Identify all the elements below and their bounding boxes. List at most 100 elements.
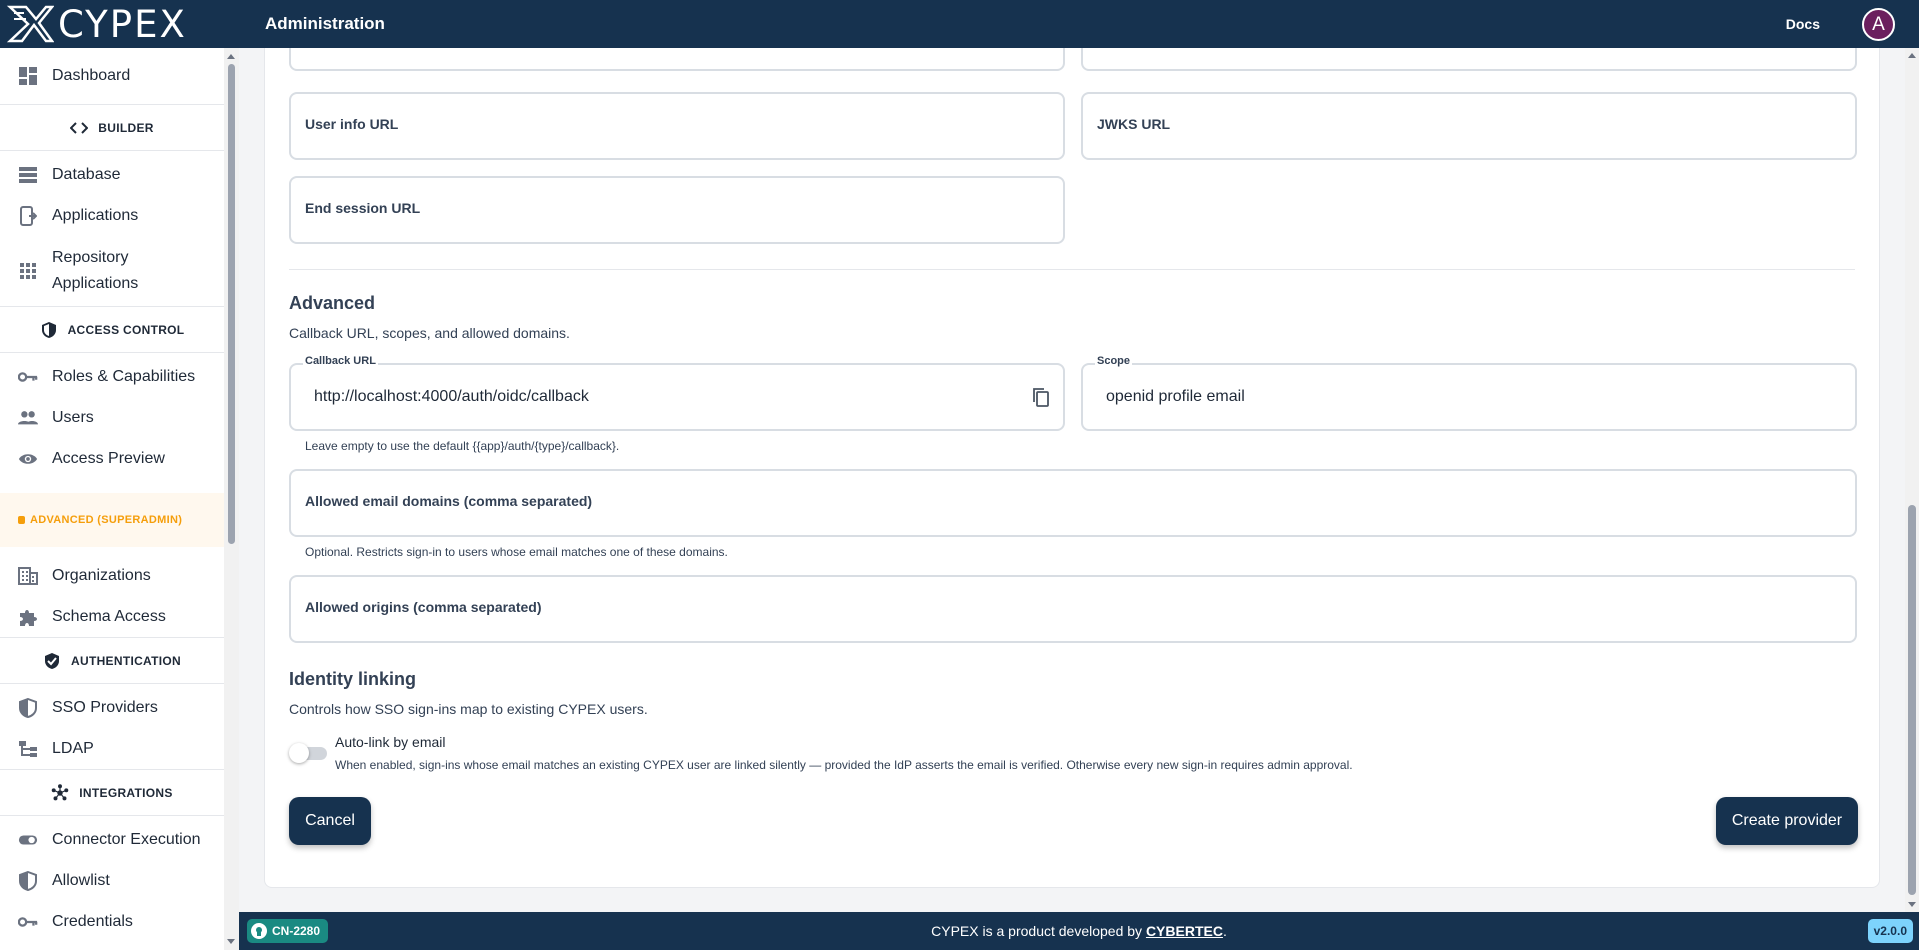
field-label: Scope [1095, 355, 1133, 367]
section-label: ADVANCED (SUPERADMIN) [30, 514, 183, 526]
allowed-email-domains-field[interactable]: Allowed email domains (comma separated) [289, 469, 1857, 537]
key-icon [18, 367, 38, 387]
grid-icon [18, 261, 38, 281]
main-content: User info URL JWKS URL End session URL A… [239, 48, 1905, 912]
scrollbar-thumb[interactable] [1908, 505, 1916, 895]
allowed-email-domains-helper: Optional. Restricts sign-in to users who… [305, 545, 728, 559]
sidebar-item-applications[interactable]: Applications [0, 195, 224, 236]
field-value: http://localhost:4000/auth/oidc/callback [314, 388, 589, 405]
shield-check-icon [43, 652, 61, 670]
end-session-url-field[interactable]: End session URL [289, 176, 1065, 244]
sidebar-item-repository-applications[interactable]: Repository Applications [0, 236, 224, 306]
shield-icon [40, 321, 58, 339]
auto-link-helper: When enabled, sign-ins whose email match… [335, 758, 1353, 772]
label-line-1: Repository [52, 249, 129, 266]
main-scrollbar[interactable] [1905, 48, 1919, 912]
docs-link[interactable]: Docs [1786, 16, 1820, 32]
sidebar-item-roles[interactable]: Roles & Capabilities [0, 356, 224, 397]
app-icon [18, 205, 38, 226]
identity-linking-subtitle: Controls how SSO sign-ins map to existin… [289, 701, 648, 717]
sidebar-item-credentials[interactable]: Credentials [0, 901, 224, 942]
building-icon [18, 566, 38, 586]
section-divider [289, 269, 1855, 270]
field-label: JWKS URL [1097, 116, 1171, 132]
copy-icon[interactable] [1031, 387, 1051, 407]
version-badge: v2.0.0 [1867, 919, 1913, 943]
field-label: Allowed origins (comma separated) [305, 599, 542, 615]
database-icon [18, 165, 38, 185]
sidebar-item-label: Applications [52, 206, 139, 224]
sidebar-item-label: Schema Access [52, 607, 166, 625]
advanced-title: Advanced [289, 293, 376, 313]
sidebar-item-allowlist[interactable]: Allowlist [0, 860, 224, 901]
field-label: Allowed email domains (comma separated) [305, 493, 593, 509]
sidebar-item-label: LDAP [52, 739, 94, 757]
sidebar-item-dashboard[interactable]: Dashboard [0, 48, 224, 104]
section-advanced-superadmin: ADVANCED (SUPERADMIN) [0, 493, 224, 547]
sidebar-item-label: Connector Execution [52, 830, 201, 848]
section-authentication: AUTHENTICATION [0, 637, 224, 684]
sidebar-item-connector-execution[interactable]: Connector Execution [0, 819, 224, 860]
scroll-down-arrow[interactable] [227, 939, 235, 944]
sidebar-item-organizations[interactable]: Organizations [0, 555, 224, 596]
logo-text: CYPEX [58, 2, 187, 46]
key-icon [18, 912, 38, 932]
sidebar-item-label: Users [52, 408, 94, 426]
shield-half-icon [18, 697, 38, 718]
allowed-origins-field[interactable]: Allowed origins (comma separated) [289, 575, 1857, 643]
toggle-icon [18, 830, 38, 850]
sidebar-item-database[interactable]: Database [0, 154, 224, 195]
footer: CN-2280 CYPEX is a product developed by … [239, 912, 1919, 950]
sidebar-item-label: Dashboard [52, 67, 131, 84]
section-access-control: ACCESS CONTROL [0, 306, 224, 353]
cypex-logo-icon [6, 5, 54, 43]
sidebar-scrollbar[interactable] [224, 48, 239, 950]
field-label: User info URL [305, 116, 399, 132]
eye-icon [18, 449, 38, 469]
field-partial-right[interactable] [1081, 48, 1857, 71]
tree-icon [18, 739, 38, 759]
sidebar-item-sso-providers[interactable]: SSO Providers [0, 687, 224, 728]
user-info-url-field[interactable]: User info URL [289, 92, 1065, 160]
cancel-button[interactable]: Cancel [289, 797, 371, 845]
cybertec-link[interactable]: CYBERTEC [1146, 923, 1223, 939]
label-line-2: Applications [52, 275, 139, 292]
sidebar-item-access-preview[interactable]: Access Preview [0, 438, 224, 479]
scroll-down-arrow[interactable] [1908, 902, 1916, 907]
sso-provider-form-card: User info URL JWKS URL End session URL A… [264, 48, 1880, 888]
section-label: INTEGRATIONS [79, 785, 173, 800]
sidebar-item-users[interactable]: Users [0, 397, 224, 438]
auto-link-toggle[interactable] [289, 742, 327, 764]
jwks-url-field[interactable]: JWKS URL [1081, 92, 1857, 160]
scrollbar-thumb[interactable] [228, 64, 235, 544]
footer-suffix: . [1222, 923, 1227, 939]
page-title: Administration [265, 14, 385, 33]
section-builder: BUILDER [0, 104, 224, 151]
sidebar-item-schema-access[interactable]: Schema Access [0, 596, 224, 637]
auto-link-label: Auto-link by email [335, 734, 446, 750]
sidebar-item-label: Access Preview [52, 449, 165, 467]
scroll-up-arrow[interactable] [227, 54, 235, 59]
avatar[interactable]: A [1862, 8, 1895, 41]
identity-linking-title: Identity linking [289, 669, 417, 689]
cypex-logo[interactable]: CYPEX [0, 0, 250, 48]
create-provider-button[interactable]: Create provider [1716, 797, 1858, 845]
section-label: ACCESS CONTROL [67, 322, 185, 337]
callback-url-field[interactable]: Callback URL http://localhost:4000/auth/… [289, 355, 1065, 431]
callback-url-helper: Leave empty to use the default {{app}/au… [305, 439, 620, 453]
hub-icon [51, 783, 69, 802]
sidebar-item-ldap[interactable]: LDAP [0, 728, 224, 769]
field-partial-left[interactable] [289, 48, 1065, 71]
toggle-knob [289, 743, 309, 763]
section-label: BUILDER [98, 120, 154, 135]
sidebar-item-label: Database [52, 165, 121, 183]
scope-field[interactable]: Scope openid profile email [1081, 355, 1857, 431]
shield-half-icon [18, 870, 38, 891]
section-integrations: INTEGRATIONS [0, 769, 224, 816]
lock-icon [18, 516, 25, 524]
field-label: End session URL [305, 200, 421, 216]
advanced-subtitle: Callback URL, scopes, and allowed domain… [289, 325, 570, 341]
field-value: openid profile email [1106, 388, 1245, 405]
sidebar-scroll-area: Dashboard BUILDER Database Applications [0, 48, 224, 942]
scroll-up-arrow[interactable] [1908, 53, 1916, 58]
